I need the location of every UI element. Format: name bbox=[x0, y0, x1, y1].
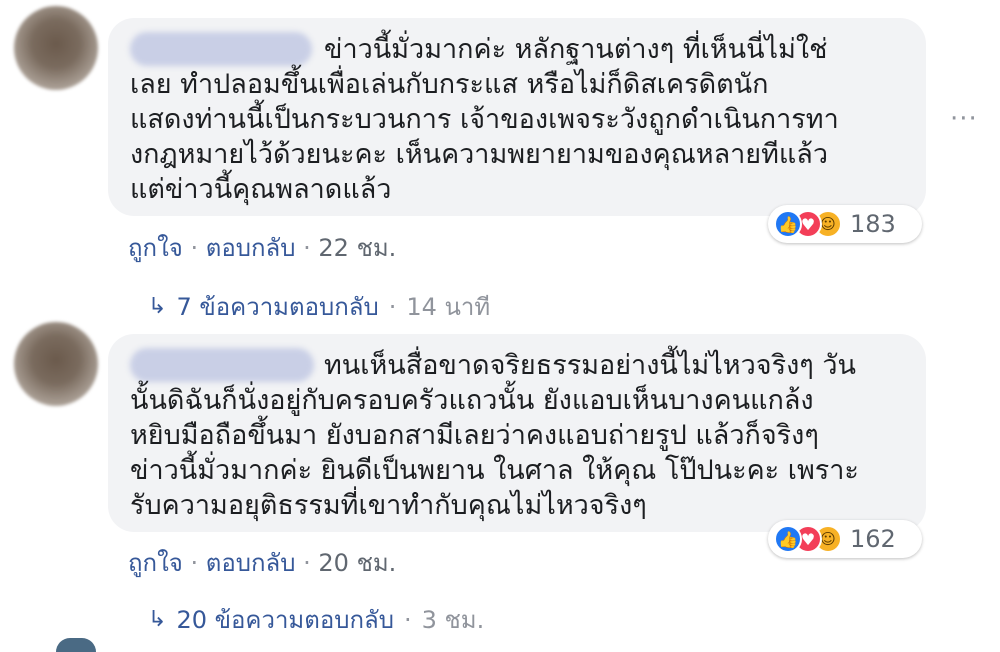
reaction-count: 162 bbox=[850, 525, 896, 553]
replies-count-label[interactable]: 7 ข้อความตอบกลับ bbox=[176, 287, 378, 326]
commenter-avatar[interactable] bbox=[14, 322, 98, 406]
view-replies-link[interactable]: ↳ 20 ข้อความตอบกลับ · 3 ชม. bbox=[148, 600, 484, 639]
comment-bubble: ข่าวนี้มั่วมากค่ะ หลักฐานต่างๆ ที่เห็นนี… bbox=[108, 18, 926, 216]
reply-link[interactable]: ตอบกลับ bbox=[206, 549, 296, 577]
separator: · bbox=[303, 549, 311, 577]
like-link[interactable]: ถูกใจ bbox=[128, 549, 183, 577]
comment-bubble: ทนเห็นสื่อขาดจริยธรรมอย่างนี้ไม่ไหวจริงๆ… bbox=[108, 334, 926, 532]
comment-actions: ถูกใจ · ตอบกลับ · 20 ชม. bbox=[128, 543, 396, 582]
like-link[interactable]: ถูกใจ bbox=[128, 234, 183, 262]
separator: · bbox=[190, 549, 199, 577]
thumbs-up-icon: 👍 bbox=[774, 210, 802, 238]
view-replies-link[interactable]: ↳ 7 ข้อความตอบกลับ · 14 นาที bbox=[148, 287, 490, 326]
more-options-icon[interactable]: ··· bbox=[950, 104, 978, 134]
comment-text: ข่าวนี้มั่วมากค่ะ หลักฐานต่างๆ ที่เห็นนี… bbox=[130, 34, 839, 205]
separator: · bbox=[303, 234, 311, 262]
separator: · bbox=[190, 234, 199, 262]
reply-arrow-icon: ↳ bbox=[148, 294, 167, 319]
comment-timestamp[interactable]: 20 ชม. bbox=[318, 549, 396, 577]
reaction-summary[interactable]: 👍 ♥ ☺ 183 bbox=[768, 205, 922, 243]
reaction-count: 183 bbox=[850, 210, 896, 238]
replies-timestamp: 14 นาที bbox=[406, 293, 491, 321]
reply-link[interactable]: ตอบกลับ bbox=[206, 234, 296, 262]
thumbs-up-icon: 👍 bbox=[774, 525, 802, 553]
separator: · bbox=[403, 605, 412, 634]
separator: · bbox=[388, 292, 397, 321]
comment-text: ทนเห็นสื่อขาดจริยธรรมอย่างนี้ไม่ไหวจริงๆ… bbox=[130, 350, 859, 521]
reply-arrow-icon: ↳ bbox=[148, 607, 167, 632]
replies-count-label[interactable]: 20 ข้อความตอบกลับ bbox=[176, 600, 394, 639]
reaction-summary[interactable]: 👍 ♥ ☺ 162 bbox=[768, 520, 922, 558]
replies-timestamp: 3 ชม. bbox=[421, 606, 485, 634]
commenter-avatar[interactable] bbox=[14, 6, 98, 90]
comment-actions: ถูกใจ · ตอบกลับ · 22 ชม. bbox=[128, 228, 396, 267]
comment-timestamp[interactable]: 22 ชม. bbox=[318, 234, 396, 262]
